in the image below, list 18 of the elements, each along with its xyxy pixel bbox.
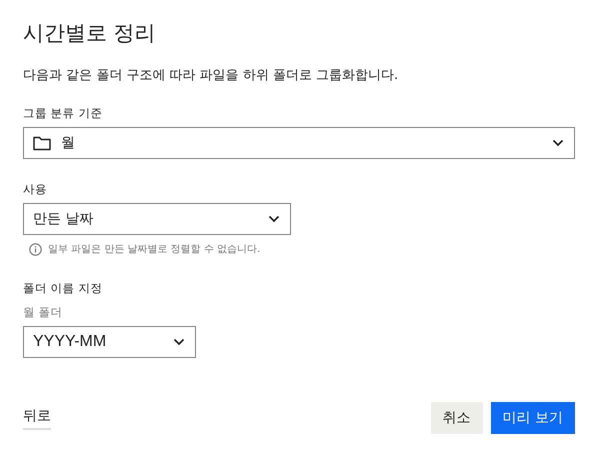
dialog-title: 시간별로 정리 (23, 20, 157, 47)
description: 다음과 같은 폴더 구조에 따라 파일을 하위 폴더로 그룹화합니다. (23, 67, 400, 85)
field-label: 그룹 분류 기준 (23, 105, 102, 121)
field-label: 사용 (23, 181, 47, 197)
folder-icon (33, 136, 51, 150)
back-link[interactable]: 뒤로 (23, 406, 51, 430)
cancel-button[interactable]: 취소 (430, 402, 483, 434)
preview-button[interactable]: 미리 보기 (490, 402, 575, 434)
hint-text: 일부 파일은 만든 날짜별로 정렬할 수 없습니다. (48, 243, 260, 256)
info-icon (29, 242, 42, 256)
dropdown[interactable]: YYYY-MM (23, 326, 196, 358)
dropdown[interactable]: 만든 날짜 (23, 203, 291, 235)
chevron-icon (173, 338, 185, 346)
field-sublabel: 월 폴더 (23, 304, 63, 320)
dropdown[interactable]: 월 (23, 127, 575, 159)
chevron-icon (268, 215, 280, 223)
field-label: 폴더 이름 지정 (23, 280, 102, 296)
chevron-icon (552, 139, 564, 147)
